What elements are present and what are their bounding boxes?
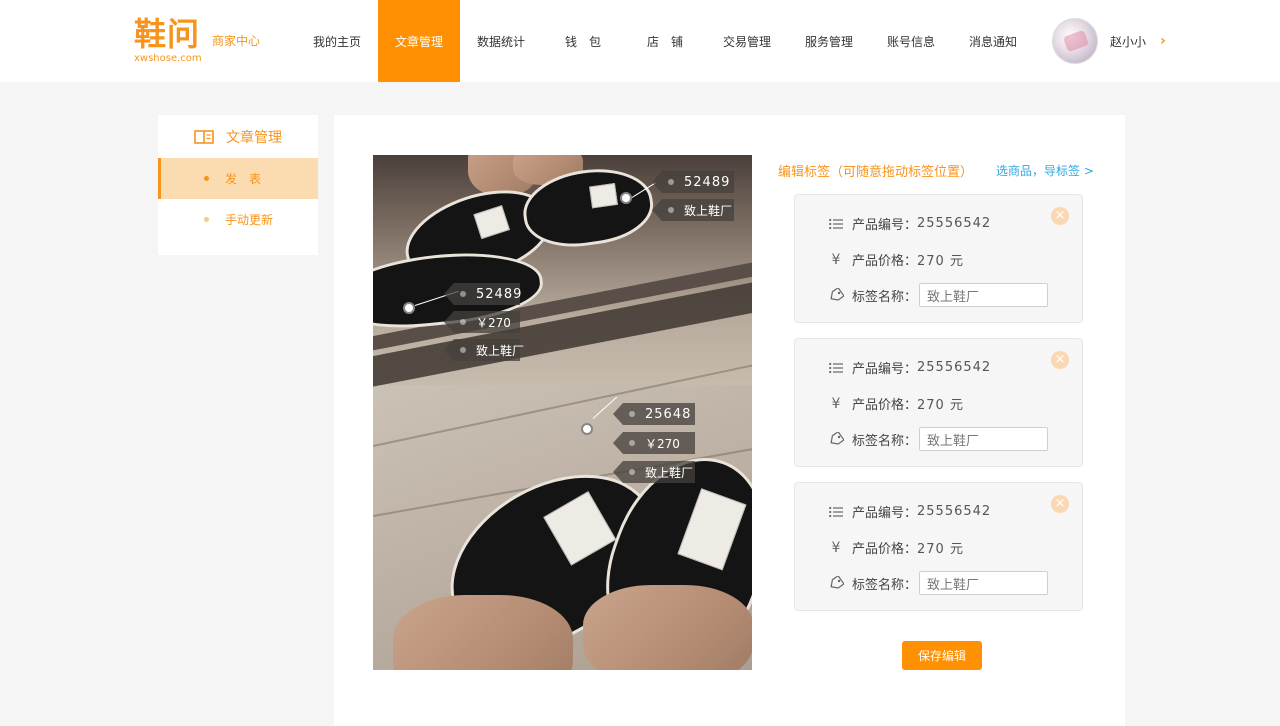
product-price-value: 270 元 xyxy=(917,542,964,557)
chevron-right-icon[interactable]: › xyxy=(1160,33,1166,49)
leg xyxy=(393,595,573,670)
tag-icon xyxy=(828,288,844,302)
product-code-row: 产品编号： 25556542 xyxy=(828,502,991,521)
product-price-row: ¥ 产品价格： 270 元 xyxy=(828,250,964,270)
nav-item-transactions[interactable]: 交易管理 xyxy=(706,0,788,82)
tag-name-label: 标签名称： xyxy=(852,289,918,305)
tag-name-row: 标签名称： xyxy=(828,571,1049,595)
shoe-patch xyxy=(543,491,617,566)
logo-subtitle: 商家中心 xyxy=(212,34,261,48)
close-icon[interactable]: × xyxy=(1051,351,1069,369)
photo-tag-name[interactable]: 致上鞋厂 xyxy=(652,199,734,221)
nav-item-messages[interactable]: 消息通知 xyxy=(952,0,1034,82)
tag-name-input[interactable] xyxy=(919,571,1049,595)
sidebar-item-manual-update[interactable]: 手动更新 xyxy=(158,199,318,240)
product-code-label: 产品编号： xyxy=(852,362,918,377)
sidebar: 文章管理 发 表 手动更新 xyxy=(158,115,318,255)
logo-text: 鞋问 xyxy=(134,15,201,53)
tag-pin[interactable] xyxy=(620,192,632,204)
tag-name-input[interactable] xyxy=(919,427,1049,451)
nav-item-articles[interactable]: 文章管理 xyxy=(378,0,460,82)
yen-icon: ¥ xyxy=(831,395,841,412)
tag-pin[interactable] xyxy=(581,423,593,435)
brand-logo[interactable]: 鞋问 商家中心 xwshose.com xyxy=(134,15,260,64)
tag-pin[interactable] xyxy=(403,302,415,314)
leg xyxy=(583,585,752,670)
photo-tag-code[interactable]: 25648 xyxy=(613,403,695,425)
product-price-value: 270 元 xyxy=(917,254,964,269)
tag-name-label: 标签名称： xyxy=(852,577,918,593)
user-menu[interactable]: 赵小小 › xyxy=(1052,18,1166,64)
logo-domain: xwshose.com xyxy=(134,53,202,64)
tag-card: × 产品编号： 25556542 ¥ 产品价格： 270 元 标签名称： xyxy=(794,194,1083,323)
nav-item-statistics[interactable]: 数据统计 xyxy=(460,0,542,82)
close-icon[interactable]: × xyxy=(1051,207,1069,225)
close-icon[interactable]: × xyxy=(1051,495,1069,513)
sidebar-title-label: 文章管理 xyxy=(226,129,282,146)
tag-icon xyxy=(828,432,844,446)
photo-tag-name[interactable]: 致上鞋厂 xyxy=(613,461,695,483)
nav-item-home[interactable]: 我的主页 xyxy=(296,0,378,82)
bullet-icon xyxy=(204,176,209,181)
product-price-label: 产品价格： xyxy=(852,398,918,413)
sidebar-item-publish[interactable]: 发 表 xyxy=(158,158,318,199)
tag-name-input[interactable] xyxy=(919,283,1049,307)
yen-icon: ¥ xyxy=(831,539,841,556)
photo-tag-code[interactable]: 52489 xyxy=(444,283,521,305)
product-code-label: 产品编号： xyxy=(852,218,918,233)
product-code-label: 产品编号： xyxy=(852,506,918,521)
product-code-row: 产品编号： 25556542 xyxy=(828,214,991,233)
product-code-value: 25556542 xyxy=(917,504,992,519)
top-navigation-bar: 鞋问 商家中心 xwshose.com 我的主页 文章管理 数据统计 钱 包 店… xyxy=(0,0,1280,82)
product-code-value: 25556542 xyxy=(917,360,992,375)
product-price-row: ¥ 产品价格： 270 元 xyxy=(828,394,964,414)
shoe-patch xyxy=(473,205,510,240)
nav-item-wallet[interactable]: 钱 包 xyxy=(542,0,624,82)
product-code-row: 产品编号： 25556542 xyxy=(828,358,991,377)
product-photo[interactable]: 52489 致上鞋厂 52489 ￥270 致上鞋厂 25648 ￥270 致上… xyxy=(373,155,752,670)
sidebar-item-label: 手动更新 xyxy=(225,213,274,227)
nav-item-store[interactable]: 店 铺 xyxy=(624,0,706,82)
shoe-patch xyxy=(677,488,747,571)
book-icon xyxy=(194,129,214,144)
tag-icon xyxy=(828,576,844,590)
tag-name-row: 标签名称： xyxy=(828,427,1049,451)
product-price-label: 产品价格： xyxy=(852,542,918,557)
sidebar-title: 文章管理 xyxy=(158,115,318,158)
list-icon xyxy=(828,505,844,519)
select-product-link[interactable]: 选商品，导标签 > xyxy=(996,162,1094,179)
yen-icon: ¥ xyxy=(831,251,841,268)
tag-name-label: 标签名称： xyxy=(852,433,918,449)
sidebar-item-label: 发 表 xyxy=(225,172,262,186)
list-icon xyxy=(828,361,844,375)
tag-card: × 产品编号： 25556542 ¥ 产品价格： 270 元 标签名称： xyxy=(794,338,1083,467)
avatar[interactable] xyxy=(1052,18,1098,64)
tag-card: × 产品编号： 25556542 ¥ 产品价格： 270 元 标签名称： xyxy=(794,482,1083,611)
photo-tag-price[interactable]: ￥270 xyxy=(613,432,695,454)
photo-tag-name[interactable]: 致上鞋厂 xyxy=(444,339,524,361)
product-price-label: 产品价格： xyxy=(852,254,918,269)
username[interactable]: 赵小小 xyxy=(1110,33,1146,50)
bullet-icon xyxy=(204,217,209,222)
product-price-value: 270 元 xyxy=(917,398,964,413)
photo-tag-code[interactable]: 52489 xyxy=(652,171,734,193)
tag-name-row: 标签名称： xyxy=(828,283,1049,307)
main-panel: 52489 致上鞋厂 52489 ￥270 致上鞋厂 25648 ￥270 致上… xyxy=(334,115,1125,726)
save-edit-button[interactable]: 保存编辑 xyxy=(902,641,982,670)
shoe-patch xyxy=(589,183,618,209)
edit-tags-title: 编辑标签（可随意拖动标签位置） xyxy=(778,165,974,180)
main-nav: 我的主页 文章管理 数据统计 钱 包 店 铺 交易管理 服务管理 账号信息 消息… xyxy=(296,0,1034,82)
nav-item-services[interactable]: 服务管理 xyxy=(788,0,870,82)
product-code-value: 25556542 xyxy=(917,216,992,231)
photo-tag-price[interactable]: ￥270 xyxy=(444,311,520,333)
product-price-row: ¥ 产品价格： 270 元 xyxy=(828,538,964,558)
nav-item-account[interactable]: 账号信息 xyxy=(870,0,952,82)
list-icon xyxy=(828,217,844,231)
